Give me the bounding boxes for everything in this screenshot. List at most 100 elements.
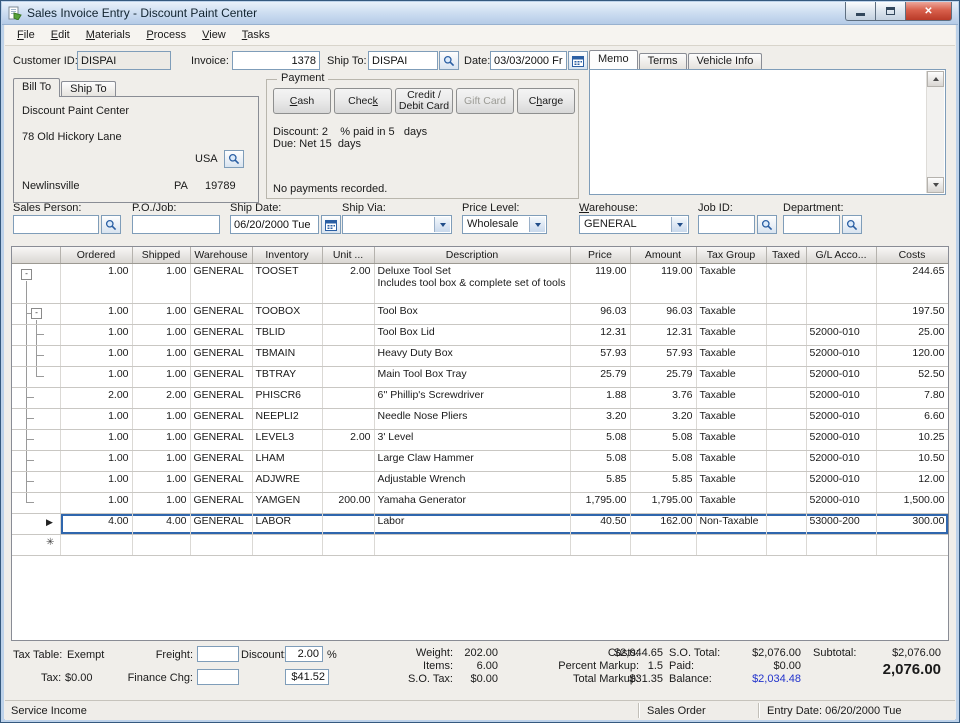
column-header-unit-[interactable]: Unit ...: [322, 247, 374, 264]
column-header-costs[interactable]: Costs: [876, 247, 948, 264]
cell-shipped[interactable]: 1.00: [132, 472, 190, 493]
column-header-g-l-acco-[interactable]: G/L Acco...: [806, 247, 876, 264]
row-header[interactable]: [12, 493, 60, 514]
cell-unit[interactable]: [322, 451, 374, 472]
po-job-field[interactable]: [132, 215, 220, 234]
menu-tasks[interactable]: Tasks: [234, 26, 278, 44]
cell-taxed[interactable]: [766, 535, 806, 556]
column-header-taxed[interactable]: Taxed: [766, 247, 806, 264]
menu-materials[interactable]: Materials: [78, 26, 139, 44]
cell-price[interactable]: [570, 535, 630, 556]
cell-warehouse[interactable]: GENERAL: [190, 346, 252, 367]
tab-vehicle-info[interactable]: Vehicle Info: [688, 53, 763, 69]
cell-unit[interactable]: [322, 535, 374, 556]
cell-ordered[interactable]: 1.00: [60, 325, 132, 346]
row-header[interactable]: -: [12, 264, 60, 304]
credit-debit-card-button[interactable]: Credit / Debit Card: [395, 88, 453, 114]
memo-scrollbar[interactable]: [926, 71, 944, 193]
cell-ordered[interactable]: 2.00: [60, 388, 132, 409]
cell-unit[interactable]: 2.00: [322, 430, 374, 451]
cell-unit[interactable]: [322, 346, 374, 367]
chevron-down-icon[interactable]: [529, 217, 545, 232]
new-row-header[interactable]: ✳: [12, 535, 60, 556]
cell-shipped[interactable]: 4.00: [132, 514, 190, 535]
column-header-description[interactable]: Description: [374, 247, 570, 264]
cell-gl-account[interactable]: 52000-010: [806, 346, 876, 367]
chevron-down-icon[interactable]: [434, 217, 450, 232]
minimize-button[interactable]: [845, 2, 875, 21]
cell-description[interactable]: Large Claw Hammer: [374, 451, 570, 472]
cell-description[interactable]: 6'' Phillip's Screwdriver: [374, 388, 570, 409]
cell-price[interactable]: 25.79: [570, 367, 630, 388]
cell-inventory[interactable]: TBTRAY: [252, 367, 322, 388]
chevron-down-icon[interactable]: [671, 217, 687, 232]
warehouse-dropdown[interactable]: GENERAL: [579, 215, 689, 234]
menu-process[interactable]: Process: [138, 26, 194, 44]
cell-gl-account[interactable]: [806, 304, 876, 325]
cell-ordered[interactable]: 1.00: [60, 264, 132, 304]
cell-taxed[interactable]: [766, 325, 806, 346]
freight-field[interactable]: [197, 646, 239, 662]
cell-amount[interactable]: 3.76: [630, 388, 696, 409]
cell-ordered[interactable]: 1.00: [60, 472, 132, 493]
cell-inventory[interactable]: ADJWRE: [252, 472, 322, 493]
cell-costs[interactable]: 12.00: [876, 472, 948, 493]
ship-date-field[interactable]: [230, 215, 319, 234]
cell-shipped[interactable]: 1.00: [132, 430, 190, 451]
job-id-field[interactable]: [698, 215, 755, 234]
cell-taxed[interactable]: [766, 304, 806, 325]
cell-gl-account[interactable]: [806, 264, 876, 304]
cell-price[interactable]: 1.88: [570, 388, 630, 409]
column-header[interactable]: [12, 247, 60, 264]
cell-warehouse[interactable]: GENERAL: [190, 264, 252, 304]
row-header[interactable]: [12, 430, 60, 451]
cell-price[interactable]: 5.08: [570, 430, 630, 451]
cell-shipped[interactable]: 1.00: [132, 304, 190, 325]
title-bar[interactable]: Sales Invoice Entry - Discount Paint Cen…: [2, 2, 958, 25]
cell-description[interactable]: 3' Level: [374, 430, 570, 451]
close-button[interactable]: ✕: [905, 2, 952, 21]
column-header-warehouse[interactable]: Warehouse: [190, 247, 252, 264]
cell-shipped[interactable]: 1.00: [132, 325, 190, 346]
country-lookup-button[interactable]: [224, 150, 244, 168]
cell-tax-group[interactable]: Taxable: [696, 451, 766, 472]
cell-tax-group[interactable]: Taxable: [696, 325, 766, 346]
cell-inventory[interactable]: YAMGEN: [252, 493, 322, 514]
cell-ordered[interactable]: 1.00: [60, 304, 132, 325]
row-header[interactable]: [12, 451, 60, 472]
cell-tax-group[interactable]: Taxable: [696, 493, 766, 514]
department-field[interactable]: [783, 215, 840, 234]
cell-warehouse[interactable]: GENERAL: [190, 430, 252, 451]
cell-unit[interactable]: [322, 472, 374, 493]
cell-inventory[interactable]: LHAM: [252, 451, 322, 472]
cell-unit[interactable]: 200.00: [322, 493, 374, 514]
tree-collapse-icon[interactable]: -: [21, 269, 32, 280]
cell-shipped[interactable]: 1.00: [132, 493, 190, 514]
cell-warehouse[interactable]: GENERAL: [190, 325, 252, 346]
cell-warehouse[interactable]: [190, 535, 252, 556]
cell-unit[interactable]: [322, 304, 374, 325]
cell-costs[interactable]: 10.25: [876, 430, 948, 451]
cell-amount[interactable]: 57.93: [630, 346, 696, 367]
cell-amount[interactable]: [630, 535, 696, 556]
cell-warehouse[interactable]: GENERAL: [190, 409, 252, 430]
cell-costs[interactable]: 6.60: [876, 409, 948, 430]
cell-tax-group[interactable]: Taxable: [696, 304, 766, 325]
cell-price[interactable]: 40.50: [570, 514, 630, 535]
cell-taxed[interactable]: [766, 514, 806, 535]
cell-inventory[interactable]: LEVEL3: [252, 430, 322, 451]
cell-costs[interactable]: 25.00: [876, 325, 948, 346]
ship-date-calendar-button[interactable]: [321, 215, 341, 234]
cell-price[interactable]: 5.85: [570, 472, 630, 493]
cell-ordered[interactable]: 1.00: [60, 409, 132, 430]
cell-taxed[interactable]: [766, 264, 806, 304]
cell-inventory[interactable]: TOOBOX: [252, 304, 322, 325]
cell-description[interactable]: [374, 535, 570, 556]
row-header[interactable]: [12, 325, 60, 346]
cell-gl-account[interactable]: 52000-010: [806, 388, 876, 409]
cell-costs[interactable]: 120.00: [876, 346, 948, 367]
cell-amount[interactable]: 1,795.00: [630, 493, 696, 514]
cell-shipped[interactable]: 1.00: [132, 346, 190, 367]
cell-costs[interactable]: 10.50: [876, 451, 948, 472]
sales-person-field[interactable]: [13, 215, 99, 234]
